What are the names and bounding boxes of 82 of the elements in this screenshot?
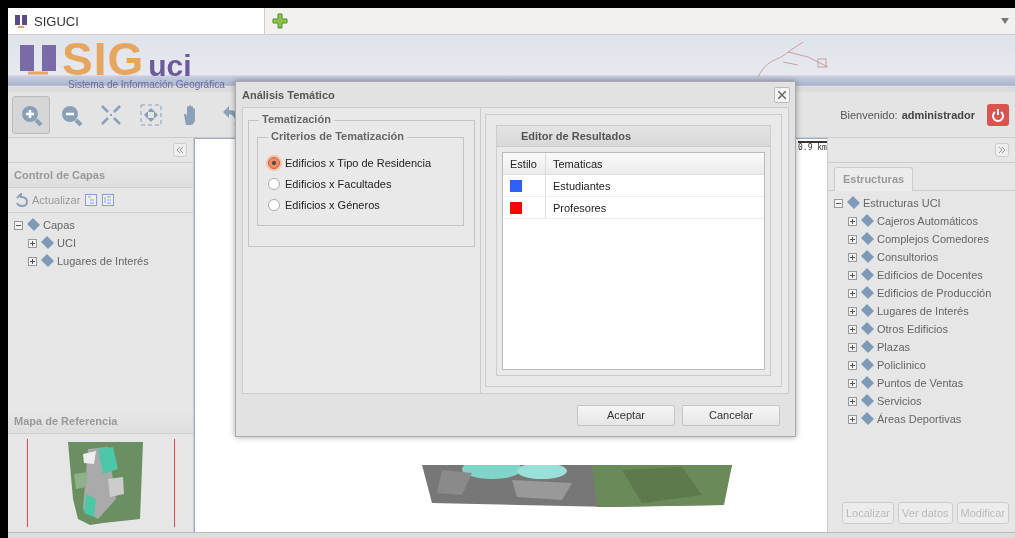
tag-icon [860,394,874,408]
expand-icon[interactable] [848,288,857,298]
expand-icon[interactable] [848,414,857,424]
radio-button[interactable] [268,198,280,211]
close-button[interactable] [774,86,790,103]
tree-item[interactable]: Consultorios [877,251,939,263]
tree-item[interactable]: Áreas Deportivas [877,413,962,425]
tree-item[interactable]: Lugares de Interés [57,255,149,267]
dialog-title: Análisis Temático [242,88,335,101]
tag-icon [860,214,874,228]
welcome-text: Bienvenido: administrador [840,108,975,121]
power-icon [991,107,1005,122]
expand-icon[interactable] [848,396,857,406]
color-swatch[interactable] [510,179,522,192]
option-label[interactable]: Edificios x Géneros [285,198,380,211]
tag-icon [26,218,40,232]
expand-icon[interactable] [848,252,857,262]
close-icon [778,90,786,99]
tree-item[interactable]: Servicios [877,395,922,407]
expand-icon[interactable] [28,238,37,248]
radio-button[interactable] [268,177,280,190]
tag-icon [860,358,874,372]
logo-text: uci [148,53,192,79]
collapse-icon[interactable] [14,220,23,230]
tree-item[interactable]: Capas [43,219,75,231]
panel-title: Editor de Resultados [497,126,770,147]
tag-icon [860,232,874,246]
fieldset-title: Tematización [259,113,334,125]
expand-icon[interactable] [848,270,857,280]
tree-item[interactable]: Lugares de Interés [877,305,969,317]
dialog-button[interactable]: Aceptar [577,404,675,426]
tree-item[interactable]: Puntos de Ventas [877,377,964,389]
radio-button[interactable] [268,156,280,169]
tree-item[interactable]: Estructuras UCI [863,197,941,209]
tree-item[interactable]: Edificios de Producción [877,287,992,299]
tag-icon [860,412,874,426]
tag-icon [860,376,874,390]
expand-icon[interactable] [848,234,857,244]
fieldset-title: Criterios de Tematización [268,130,408,142]
tree-item[interactable]: Plazas [877,341,911,353]
tree-item[interactable]: Policlinico [877,359,926,371]
scale-bar: 0.9 km [798,141,827,152]
tag-icon [860,250,874,264]
full-extent-icon [139,102,163,127]
table-cell-text: Profesores [552,200,608,216]
tag-icon [846,196,860,210]
tag-icon [860,322,874,336]
column-header[interactable]: Estilo [503,153,546,174]
add-tab-icon[interactable] [272,13,288,29]
dialog-button[interactable]: Cancelar [682,404,780,426]
tag-icon [40,254,54,268]
logo-icon [14,14,28,28]
refresh-icon [14,193,28,207]
color-swatch[interactable] [510,201,522,214]
option-label[interactable]: Edificios x Tipo de Residencia [285,156,432,169]
logo-text: SIG [62,39,145,79]
logo-subtitle: Sistema de Información Geográfica [68,79,225,91]
logout-button[interactable] [987,103,1009,126]
tag-icon [860,268,874,282]
tag-icon [860,286,874,300]
expand-icon[interactable] [848,306,857,316]
browser-tab[interactable]: SIGUCI [8,8,265,34]
tag-icon [40,236,54,250]
tag-icon [860,304,874,318]
tree-item[interactable]: Complejos Comedores [877,233,989,245]
shrink-arrows-icon [99,102,123,127]
expand-icon[interactable] [848,324,857,334]
collapse-icon[interactable] [834,198,843,208]
expand-icon[interactable] [848,378,857,388]
table-cell-text: Estudiantes [552,178,612,194]
tree-item[interactable]: Cajeros Automáticos [877,215,978,227]
tree-item[interactable]: UCI [57,237,76,249]
tree-item[interactable]: Edificios de Docentes [877,269,983,281]
expand-icon[interactable] [848,216,857,226]
expand-icon[interactable] [848,360,857,370]
expand-icon[interactable] [28,256,37,266]
dropdown-icon[interactable] [1001,18,1009,24]
column-header[interactable]: Tematicas [546,153,764,174]
expand-icon[interactable] [848,342,857,352]
tree-item[interactable]: Otros Edificios [877,323,948,335]
option-label[interactable]: Edificios x Facultades [285,177,392,190]
tag-icon [860,340,874,354]
